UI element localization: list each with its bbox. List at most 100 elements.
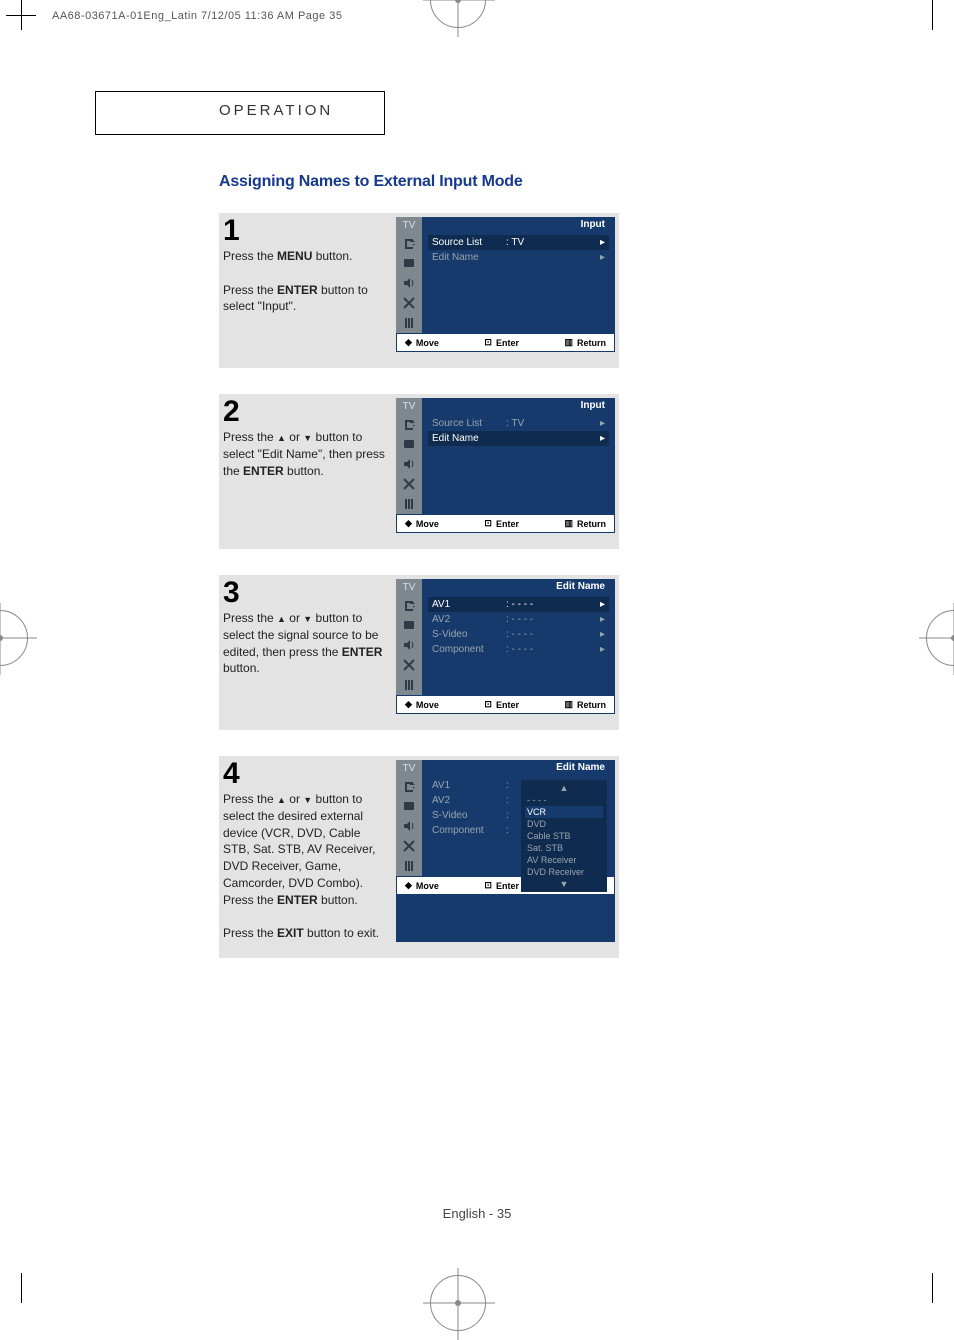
hint-enter: ⊡ Enter [484, 518, 519, 529]
osd-main: AV1 : ▸ AV2 : ▸ S-Video : ▸ Component : … [422, 776, 615, 876]
osd-option: - - - - [525, 794, 603, 806]
enter-icon: ⊡ [484, 518, 492, 529]
step-number: 1 [223, 217, 386, 244]
osd-hint-bar: ◆ Move ⊡ Enter ▥ Return [396, 333, 615, 352]
down-arrow-icon [303, 430, 312, 444]
osd-title: Edit Name [422, 579, 615, 595]
right-arrow-icon: ▸ [600, 237, 605, 248]
page-footer: English - 35 [0, 1206, 954, 1221]
setup-icon [396, 675, 422, 695]
picture-icon [396, 253, 422, 273]
return-icon: ▥ [564, 518, 573, 529]
picture-icon [396, 796, 422, 816]
osd-option-list: ▲- - - -VCRDVDCable STBSat. STBAV Receiv… [521, 780, 607, 892]
hint-enter: ⊡ Enter [484, 880, 519, 891]
osd-row: Source List : TV ▸ [428, 416, 609, 431]
osd-row: AV1 : - - - - ▸ [428, 597, 609, 612]
step-text: Press the or button to select the signal… [223, 610, 386, 677]
osd-row-label: AV2 [432, 614, 506, 625]
updown-icon: ◆ [405, 518, 412, 529]
return-icon: ▥ [564, 337, 573, 348]
channel-icon [396, 655, 422, 675]
setup-icon [396, 494, 422, 514]
osd-row-label: S-Video [432, 629, 506, 640]
section-name: OPERATION [219, 102, 384, 119]
osd-row-label: AV2 [432, 795, 506, 806]
crop-mark [918, 0, 948, 30]
osd-option: VCR [525, 806, 603, 818]
hint-move: ◆ Move [405, 337, 439, 348]
sound-icon [396, 454, 422, 474]
enter-icon: ⊡ [484, 880, 492, 891]
osd-row-label: Component [432, 644, 506, 655]
page-title: Assigning Names to External Input Mode [219, 173, 619, 191]
osd-row-value: : - - - - [506, 599, 600, 610]
step-panel: 2 Press the or button to select "Edit Na… [219, 394, 619, 549]
osd-hint-bar: ◆ Move ⊡ Enter ▥ Return [396, 514, 615, 533]
right-arrow-icon: ▸ [600, 599, 605, 610]
sound-icon [396, 816, 422, 836]
updown-icon: ◆ [405, 880, 412, 891]
setup-icon [396, 313, 422, 333]
osd-row-value: : - - - - [506, 644, 600, 655]
osd-row-label: Source List [432, 418, 506, 429]
osd-row: Edit Name ▸ [428, 431, 609, 446]
hint-enter: ⊡ Enter [484, 337, 519, 348]
osd-sidebar [396, 776, 422, 876]
step-text: Press the MENU button. Press the ENTER b… [223, 248, 386, 315]
osd-option: Cable STB [525, 830, 603, 842]
osd-title: Input [422, 398, 615, 414]
input-icon [396, 233, 422, 253]
osd-main: AV1 : - - - - ▸ AV2 : - - - - ▸ S-Video … [422, 595, 615, 695]
osd-row: Source List : TV ▸ [428, 235, 609, 250]
picture-icon [396, 615, 422, 635]
updown-icon: ◆ [405, 337, 412, 348]
input-icon [396, 595, 422, 615]
right-arrow-icon: ▸ [600, 418, 605, 429]
register-mark [0, 610, 28, 666]
osd-row: S-Video : - - - - ▸ [428, 627, 609, 642]
step-number: 3 [223, 579, 386, 606]
right-arrow-icon: ▸ [600, 433, 605, 444]
osd-row-value: : - - - - [506, 614, 600, 625]
osd-screen: TV Edit Name AV1 : - - - - ▸ AV2 : - - -… [396, 579, 615, 714]
step-panel: 3 Press the or button to select the sign… [219, 575, 619, 730]
right-arrow-icon: ▸ [600, 644, 605, 655]
setup-icon [396, 856, 422, 876]
hint-move: ◆ Move [405, 699, 439, 710]
step-text: Press the or button to select "Edit Name… [223, 429, 386, 479]
osd-main: Source List : TV ▸ Edit Name ▸ [422, 233, 615, 333]
osd-option: DVD [525, 818, 603, 830]
print-header: AA68-03671A-01Eng_Latin 7/12/05 11:36 AM… [52, 10, 342, 22]
osd-row-label: Component [432, 825, 506, 836]
hint-return: ▥ Return [564, 518, 606, 529]
channel-icon [396, 836, 422, 856]
step-panel: 1 Press the MENU button. Press the ENTER… [219, 213, 619, 368]
tv-badge: TV [396, 760, 422, 776]
enter-icon: ⊡ [484, 337, 492, 348]
osd-row-label: AV1 [432, 599, 506, 610]
hint-enter: ⊡ Enter [484, 699, 519, 710]
channel-icon [396, 474, 422, 494]
section-badge: OPERATION [95, 91, 385, 135]
right-arrow-icon: ▸ [600, 614, 605, 625]
osd-row-value: : TV [506, 418, 600, 429]
osd-screen: TV Input Source List : TV ▸ Edit Name ▸ … [396, 398, 615, 533]
tv-badge: TV [396, 217, 422, 233]
osd-title: Input [422, 217, 615, 233]
osd-option: DVD Receiver [525, 866, 603, 878]
up-arrow-icon [277, 430, 286, 444]
step-text: Press the or button to select the desire… [223, 791, 386, 942]
picture-icon [396, 434, 422, 454]
right-arrow-icon: ▸ [600, 252, 605, 263]
hint-return: ▥ Return [564, 699, 606, 710]
crop-mark [6, 1273, 36, 1303]
return-icon: ▥ [564, 699, 573, 710]
right-arrow-icon: ▸ [600, 629, 605, 640]
register-mark [430, 0, 486, 28]
osd-sidebar [396, 595, 422, 695]
crop-mark [918, 1273, 948, 1303]
osd-option: Sat. STB [525, 842, 603, 854]
hint-return: ▥ Return [564, 337, 606, 348]
osd-row-label: S-Video [432, 810, 506, 821]
